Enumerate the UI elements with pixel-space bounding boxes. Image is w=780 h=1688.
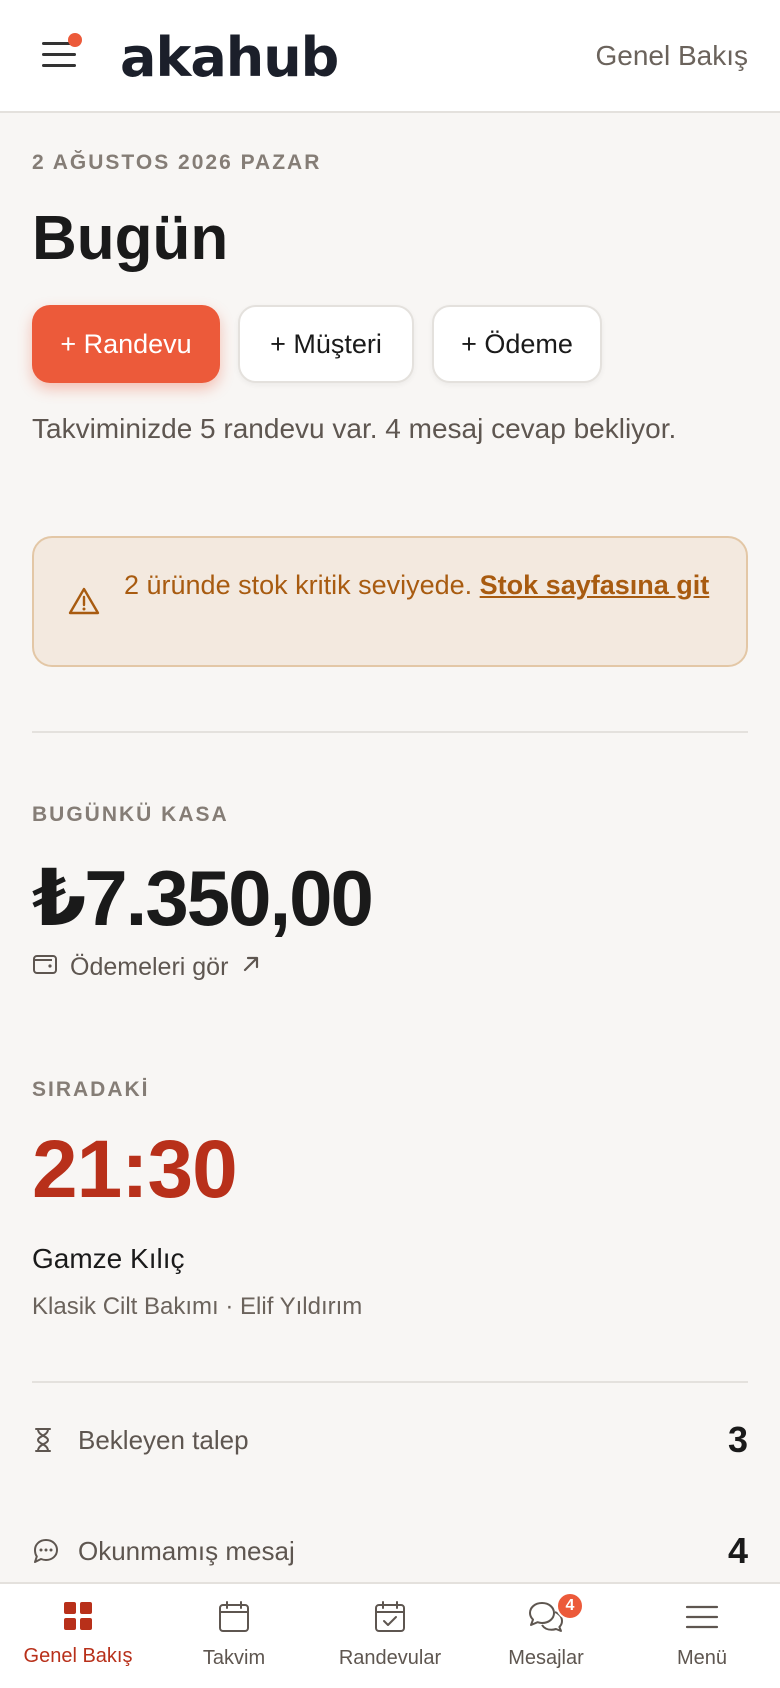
stock-page-link[interactable]: Stok sayfasına git — [480, 570, 710, 600]
divider — [32, 731, 748, 733]
page-title-header: Genel Bakış — [595, 40, 748, 71]
arrow-up-right-icon — [240, 953, 262, 982]
divider — [32, 1381, 748, 1383]
nav-label: Mesajlar — [508, 1647, 584, 1669]
cash-amount: ₺7.350,00 — [32, 854, 374, 942]
nav-label: Genel Bakış — [23, 1645, 133, 1667]
pending-requests-row[interactable]: Bekleyen talep 3 — [32, 1410, 748, 1470]
cash-label: BUGÜNKÜ KASA — [32, 803, 229, 826]
nav-item-overview[interactable]: Genel Bakış — [0, 1584, 156, 1688]
stock-alert-message: 2 üründe stok kritik seviyede. — [124, 570, 480, 600]
nav-item-menu[interactable]: Menü — [624, 1584, 780, 1688]
page-title: Bugün — [32, 204, 229, 273]
calendar-icon — [217, 1600, 251, 1639]
next-appointment-time: 21:30 — [32, 1124, 238, 1215]
hamburger-menu-button[interactable] — [40, 33, 82, 72]
date-label: 2 AĞUSTOS 2026 PAZAR — [32, 151, 322, 174]
calendar-check-icon — [373, 1600, 407, 1639]
unread-messages-count: 4 — [727, 1530, 748, 1571]
nav-label: Menü — [676, 1647, 728, 1669]
stock-alert-text: 2 üründe stok kritik seviyede. Stok sayf… — [124, 564, 724, 606]
add-customer-button[interactable]: + Müşteri — [238, 305, 414, 383]
nav-item-calendar[interactable]: Takvim — [156, 1584, 312, 1688]
chat-bubble-icon — [32, 1537, 72, 1565]
warning-icon — [68, 586, 100, 621]
menu-icon — [685, 1600, 719, 1639]
hourglass-icon — [32, 1427, 72, 1453]
messages-badge: 4 — [556, 1592, 584, 1620]
nav-label: Takvim — [202, 1647, 266, 1669]
view-payments-label: Ödemeleri gör — [70, 953, 229, 981]
notification-dot — [68, 33, 82, 47]
view-payments-link[interactable]: Ödemeleri gör — [32, 953, 262, 982]
next-label: SIRADAKİ — [32, 1078, 150, 1101]
pending-requests-label: Bekleyen talep — [78, 1424, 249, 1455]
stock-alert: 2 üründe stok kritik seviyede. Stok sayf… — [32, 536, 748, 667]
wallet-icon — [32, 953, 58, 982]
unread-messages-row[interactable]: Okunmamış mesaj 4 — [32, 1521, 748, 1581]
top-header: akahub Genel Bakış — [0, 0, 780, 113]
quick-actions: + Randevu + Müşteri + Ödeme — [32, 305, 602, 383]
nav-item-appointments[interactable]: Randevular — [312, 1584, 468, 1688]
nav-label: Randevular — [338, 1647, 442, 1669]
add-appointment-button[interactable]: + Randevu — [32, 305, 220, 383]
grid-icon — [62, 1600, 94, 1637]
unread-messages-label: Okunmamış mesaj — [78, 1535, 295, 1566]
next-customer-name[interactable]: Gamze Kılıç — [32, 1243, 184, 1275]
daily-summary: Takviminizde 5 randevu var. 4 mesaj ceva… — [32, 413, 677, 444]
app-logo: akahub — [120, 26, 339, 89]
next-appointment-detail: Klasik Cilt Bakımı · Elif Yıldırım — [32, 1293, 363, 1320]
pending-requests-count: 3 — [727, 1419, 748, 1460]
nav-item-messages[interactable]: 4 Mesajlar — [468, 1584, 624, 1688]
bottom-navigation: Genel Bakış Takvim Randevular 4 Mesajlar… — [0, 1582, 780, 1688]
add-payment-button[interactable]: + Ödeme — [432, 305, 602, 383]
